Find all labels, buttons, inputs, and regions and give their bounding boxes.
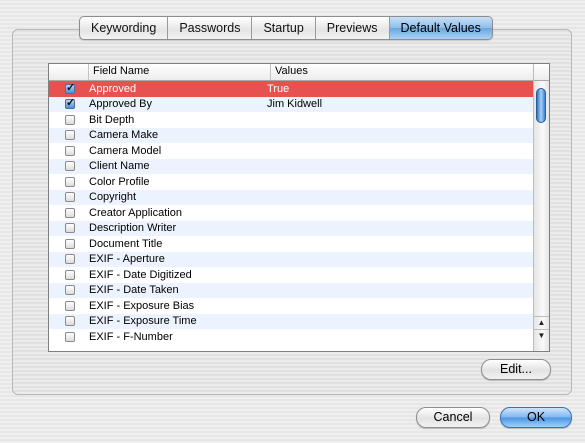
tab-default-values[interactable]: Default Values bbox=[389, 17, 492, 39]
tab-bar: Keywording Passwords Startup Previews Defaul… bbox=[79, 16, 493, 40]
table-row[interactable]: Color Profile bbox=[49, 174, 534, 190]
field-name-cell: EXIF - Exposure Time bbox=[89, 315, 197, 328]
field-name-cell: Document Title bbox=[89, 237, 163, 250]
row-checkbox[interactable] bbox=[65, 145, 75, 156]
table-row[interactable]: Camera Make bbox=[49, 127, 534, 143]
field-name-cell: Camera Make bbox=[89, 129, 159, 142]
column-header-values[interactable]: Values bbox=[271, 64, 534, 80]
field-name-cell: EXIF - Exposure Bias bbox=[89, 299, 195, 312]
field-name-cell: EXIF - F-Number bbox=[89, 330, 173, 343]
tab-passwords[interactable]: Passwords bbox=[168, 17, 253, 39]
scroll-thumb[interactable] bbox=[536, 88, 546, 123]
row-checkbox[interactable] bbox=[65, 81, 75, 94]
table-row[interactable]: Bit Depth bbox=[49, 112, 534, 128]
table-row[interactable]: EXIF - Exposure Time bbox=[49, 313, 534, 329]
cancel-button[interactable]: Cancel bbox=[416, 407, 490, 428]
row-checkbox[interactable] bbox=[65, 331, 75, 342]
value-cell: Jim Kidwell bbox=[267, 98, 323, 111]
field-name-cell: EXIF - Date Digitized bbox=[89, 268, 192, 281]
table-row[interactable]: EXIF - Aperture bbox=[49, 251, 534, 267]
field-name-cell: Copyright bbox=[89, 191, 137, 204]
field-name-cell: EXIF - Date Taken bbox=[89, 284, 179, 297]
row-checkbox[interactable] bbox=[65, 300, 75, 311]
row-checkbox[interactable] bbox=[65, 161, 75, 172]
row-checkbox[interactable] bbox=[65, 238, 75, 249]
field-name-cell: Camera Model bbox=[89, 144, 162, 157]
row-checkbox[interactable] bbox=[65, 207, 75, 218]
table-header: Field Name Values bbox=[49, 64, 534, 81]
column-header-field-name[interactable]: Field Name bbox=[89, 64, 271, 80]
row-checkbox[interactable] bbox=[65, 192, 75, 203]
tab-previews[interactable]: Previews bbox=[316, 17, 390, 39]
default-values-table: Field Name Values ApprovedTrueApproved B… bbox=[48, 63, 550, 352]
row-checkbox[interactable] bbox=[65, 285, 75, 296]
table-row[interactable]: Client Name bbox=[49, 158, 534, 174]
scroll-up-arrow-icon[interactable]: ▲ bbox=[534, 316, 549, 329]
field-name-cell: Client Name bbox=[89, 160, 150, 173]
tab-startup[interactable]: Startup bbox=[252, 17, 316, 39]
table-row[interactable]: EXIF - Date Taken bbox=[49, 282, 534, 298]
scrollbar-corner bbox=[534, 64, 549, 81]
table-row[interactable]: Creator Application bbox=[49, 205, 534, 221]
table-row[interactable]: EXIF - F-Number bbox=[49, 329, 534, 345]
table-row[interactable]: Approved By Jim Kidwell bbox=[49, 96, 534, 112]
row-checkbox[interactable] bbox=[65, 130, 75, 141]
field-name-cell: Description Writer bbox=[89, 222, 177, 235]
field-name-cell: Bit Depth bbox=[89, 113, 135, 126]
row-checkbox[interactable] bbox=[65, 269, 75, 280]
row-checkbox[interactable] bbox=[65, 176, 75, 187]
scroll-down-arrow-icon[interactable]: ▼ bbox=[534, 329, 549, 342]
edit-button[interactable]: Edit... bbox=[481, 359, 551, 380]
table-row[interactable]: Copyright bbox=[49, 189, 534, 205]
field-name-cell: Approved By bbox=[89, 98, 152, 111]
vertical-scrollbar[interactable]: ▲ ▼ bbox=[533, 64, 549, 351]
row-checkbox[interactable] bbox=[65, 114, 75, 125]
value-cell: True bbox=[267, 82, 290, 95]
field-name-cell: Creator Application bbox=[89, 206, 182, 219]
table-row[interactable]: Camera Model bbox=[49, 143, 534, 159]
table-row[interactable]: EXIF - Exposure Bias bbox=[49, 298, 534, 314]
table-rows: Approved True Approved By Jim Kidwell Bit De… bbox=[49, 81, 534, 345]
row-checkbox[interactable] bbox=[65, 223, 75, 234]
table-row[interactable]: Document Title bbox=[49, 236, 534, 252]
column-header-check[interactable] bbox=[49, 64, 89, 80]
row-checkbox[interactable] bbox=[65, 96, 75, 110]
tab-keywording[interactable]: Keywording bbox=[80, 17, 169, 39]
field-name-cell: Color Profile bbox=[89, 175, 150, 188]
field-name-cell: EXIF - Aperture bbox=[89, 253, 165, 266]
ok-button[interactable]: OK bbox=[500, 407, 572, 428]
table-row[interactable]: Description Writer bbox=[49, 220, 534, 236]
field-name-cell: Approved bbox=[89, 82, 137, 95]
table-row[interactable]: Approved True bbox=[49, 81, 534, 97]
row-checkbox[interactable] bbox=[65, 316, 75, 327]
table-row[interactable]: EXIF - Date Digitized bbox=[49, 267, 534, 283]
row-checkbox[interactable] bbox=[65, 254, 75, 265]
